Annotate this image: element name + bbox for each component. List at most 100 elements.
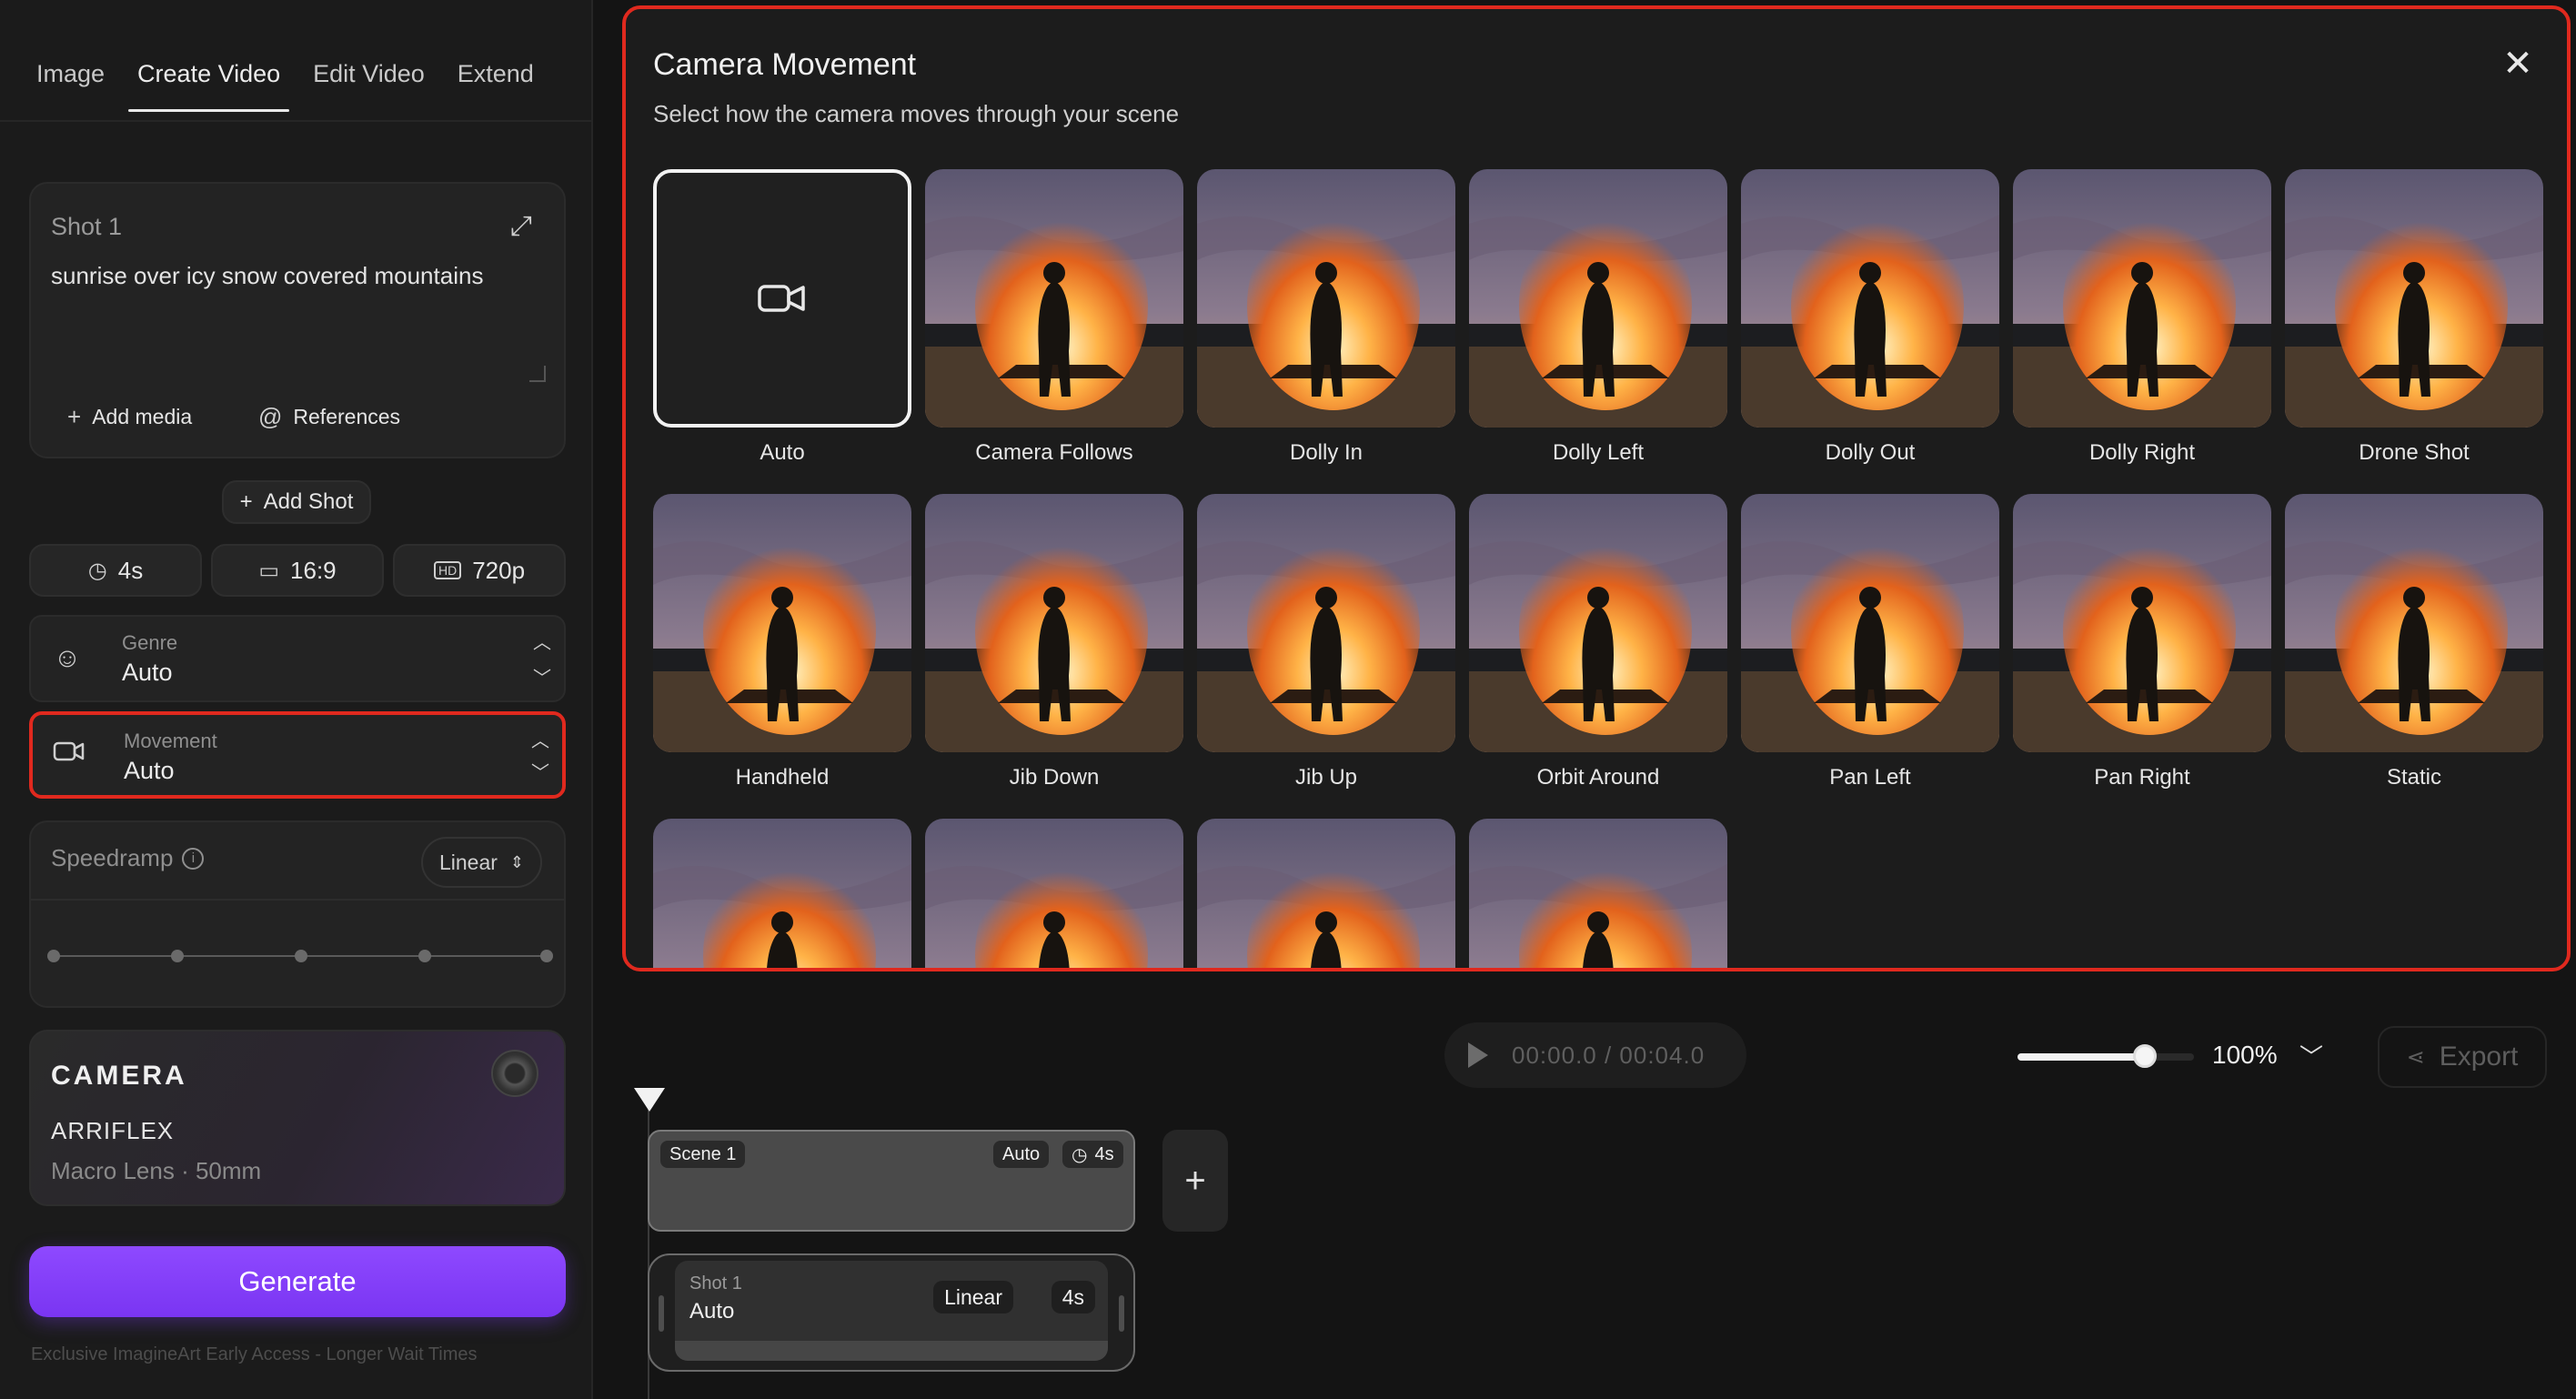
expand-icon[interactable]: ⤢ [506,211,537,242]
preview-image [925,819,1183,968]
resize-handle[interactable] [529,366,546,382]
resolution-button[interactable]: HD 720p [393,544,566,597]
movement-option-label: Dolly Out [1825,440,1916,465]
modal-title: Camera Movement [653,47,917,82]
generate-button[interactable]: Generate [29,1246,566,1317]
movement-thumbnail [925,819,1183,968]
camera-movement-modal: Camera Movement Select how the camera mo… [622,5,2571,971]
movement-option-label: Handheld [735,765,830,790]
movement-option-dolly-out[interactable]: Dolly Out [1741,169,1999,466]
speedramp-value: Linear [438,850,498,874]
movement-option-pan-left[interactable]: Pan Left [1741,494,1999,790]
preview-image [1197,494,1455,752]
preview-image [2285,494,2543,752]
movement-option[interactable] [1469,819,1727,968]
shot-title: Shot 1 [51,213,123,240]
shot-clip-bar [675,1341,1108,1361]
duration-button[interactable]: ◷ 4s [29,544,202,597]
movement-option-auto[interactable]: Auto [653,169,911,466]
shot-clip-value: Auto [689,1299,735,1324]
movement-thumbnail [1741,494,1999,752]
chevron-up-icon[interactable]: ︿ [533,628,551,654]
movement-option[interactable] [653,819,911,968]
movement-option-camera-follows[interactable]: Camera Follows [925,169,1183,466]
speedramp-point[interactable] [540,950,553,962]
shot-clip[interactable]: Shot 1 Auto Linear 4s [675,1261,1108,1361]
scene-duration-tag: ◷ 4s [1062,1141,1123,1168]
shot-speed-tag: Linear [933,1281,1013,1313]
tab-image[interactable]: Image [20,45,121,112]
movement-option[interactable] [925,819,1183,968]
movement-option-dolly-in[interactable]: Dolly In [1197,169,1455,466]
preview-image [2013,169,2271,428]
speedramp-point[interactable] [295,950,307,962]
tab-extend[interactable]: Extend [441,45,550,112]
movement-option-orbit-around[interactable]: Orbit Around [1469,494,1727,790]
movement-thumbnail [1741,169,1999,428]
zoom-slider-handle[interactable] [2132,1044,2157,1068]
close-icon[interactable]: ✕ [2500,45,2536,82]
speedramp-point[interactable] [171,950,184,962]
export-button[interactable]: ⋖ Export [2378,1026,2547,1088]
shot-clip-label: Shot 1 [689,1273,742,1293]
movement-option-static[interactable]: Static [2285,494,2543,790]
references-label: References [293,404,401,428]
preview-image [1197,819,1455,968]
movement-label: Movement [124,730,217,752]
movement-option-handheld[interactable]: Handheld [653,494,911,790]
clock-icon: ◷ [1072,1144,1088,1165]
camera-card[interactable]: CAMERA ARRIFLEX Macro Lens · 50mm [29,1030,566,1206]
movement-option[interactable] [1197,819,1455,968]
movement-option-label: Dolly Left [1552,440,1645,465]
movement-thumbnail [653,819,911,968]
info-icon[interactable]: i [182,847,205,870]
speedramp-select[interactable]: Linear ⇕ [420,837,542,888]
speedramp-point[interactable] [418,950,431,962]
movement-option-pan-right[interactable]: Pan Right [2013,494,2271,790]
chevron-down-icon[interactable]: ﹀ [531,758,549,784]
video-camera-glyph [53,741,85,761]
at-icon: @ [258,402,283,430]
playhead-handle[interactable] [634,1088,665,1112]
preview-image [653,494,911,752]
aspect-ratio-button[interactable]: ▭ 16:9 [211,544,384,597]
add-media-button[interactable]: + Add media [51,395,208,438]
movement-thumbnail [1197,169,1455,428]
shot-block[interactable]: Shot 1 Auto Linear 4s [648,1253,1135,1372]
chevron-down-icon[interactable]: ﹀ [533,663,551,689]
mode-tabs: Image Create Video Edit Video Extend [20,45,550,112]
movement-option-drone-shot[interactable]: Drone Shot [2285,169,2543,466]
movement-thumbnail [1197,819,1455,968]
movement-option-dolly-left[interactable]: Dolly Left [1469,169,1727,466]
trim-handle-right[interactable] [1119,1295,1124,1332]
movement-thumbnail [925,169,1183,428]
lens-icon [491,1050,538,1097]
prompt-input[interactable]: sunrise over icy snow covered mountains [51,262,483,290]
resolution-value: 720p [472,556,526,584]
tab-edit-video[interactable]: Edit Video [297,45,441,112]
movement-thumbnail [2285,169,2543,428]
movement-option-jib-down[interactable]: Jib Down [925,494,1183,790]
plus-icon: + [239,489,253,514]
chevron-up-icon[interactable]: ︿ [531,726,549,752]
add-scene-button[interactable]: + [1162,1130,1228,1232]
movement-option-dolly-right[interactable]: Dolly Right [2013,169,2271,466]
tab-create-video[interactable]: Create Video [121,45,297,112]
camera-model: ARRIFLEX [51,1117,175,1144]
footer-note: Exclusive ImagineArt Early Access - Long… [31,1344,478,1364]
movement-thumbnail [925,494,1183,752]
movement-select[interactable]: Movement Auto ︿ ﹀ [29,711,566,799]
chevron-down-icon[interactable]: ﹀ [2299,1039,2323,1072]
add-shot-button[interactable]: + Add Shot [222,480,371,524]
genre-value: Auto [122,659,173,686]
movement-option-jib-up[interactable]: Jib Up [1197,494,1455,790]
scene-block[interactable]: Scene 1 Auto ◷ 4s [648,1130,1135,1232]
play-icon[interactable] [1468,1042,1488,1068]
zoom-slider[interactable] [2018,1044,2194,1068]
speedramp-point[interactable] [47,950,60,962]
movement-option-label: Jib Down [1009,765,1100,790]
trim-handle-left[interactable] [659,1295,664,1332]
references-button[interactable]: @ References [242,395,417,438]
genre-select[interactable]: ☺ Genre Auto ︿ ﹀ [29,615,566,702]
modal-subtitle: Select how the camera moves through your… [653,100,1180,127]
